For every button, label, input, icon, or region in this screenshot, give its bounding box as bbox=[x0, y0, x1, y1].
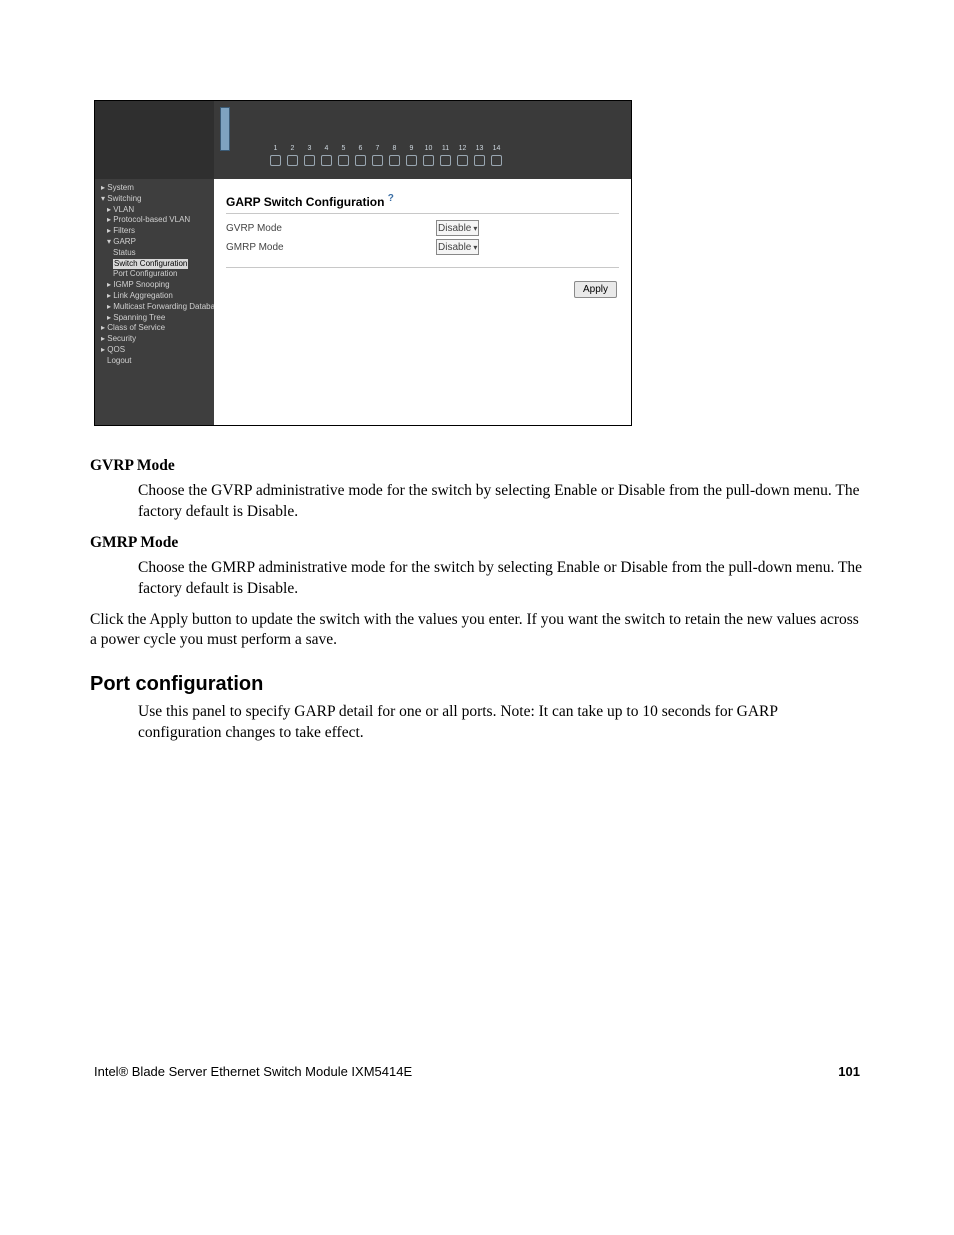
port-number: 2 bbox=[287, 145, 298, 152]
section-heading-port-config: Port configuration bbox=[90, 673, 864, 696]
footer-page-number: 101 bbox=[838, 1064, 860, 1079]
section-body-port-config: Use this panel to specify GARP detail fo… bbox=[138, 702, 864, 744]
port-number-row: 1 2 3 4 5 6 7 8 9 10 11 12 13 14 bbox=[270, 145, 502, 152]
port-indicator-icon bbox=[389, 155, 400, 166]
apply-instruction-paragraph: Click the Apply button to update the swi… bbox=[90, 610, 864, 652]
nav-item-garp[interactable]: ▾ GARP bbox=[101, 237, 212, 248]
port-indicator-icon bbox=[321, 155, 332, 166]
definition-desc-gvrp: Choose the GVRP administrative mode for … bbox=[138, 481, 864, 523]
nav-item-switch-config[interactable]: Switch Configuration bbox=[101, 259, 212, 270]
port-indicator-icon bbox=[287, 155, 298, 166]
footer-product-name: Intel® Blade Server Ethernet Switch Modu… bbox=[94, 1064, 412, 1079]
port-number: 10 bbox=[423, 145, 434, 152]
port-number: 13 bbox=[474, 145, 485, 152]
gvrp-mode-label: GVRP Mode bbox=[226, 223, 436, 234]
gvrp-mode-select[interactable]: Disable▾ bbox=[436, 220, 479, 236]
port-number: 4 bbox=[321, 145, 332, 152]
port-number: 5 bbox=[338, 145, 349, 152]
panel-title: GARP Switch Configuration ? bbox=[226, 193, 619, 209]
port-number: 11 bbox=[440, 145, 451, 152]
nav-item-protocol-vlan[interactable]: ▸ Protocol-based VLAN bbox=[101, 215, 212, 226]
nav-item-igmp[interactable]: ▸ IGMP Snooping bbox=[101, 280, 212, 291]
divider bbox=[226, 213, 619, 214]
chevron-down-icon: ▾ bbox=[473, 243, 477, 252]
nav-item-logout[interactable]: Logout bbox=[101, 356, 212, 367]
blade-module-icon bbox=[220, 107, 230, 151]
port-number: 3 bbox=[304, 145, 315, 152]
definition-desc-gmrp: Choose the GMRP administrative mode for … bbox=[138, 558, 864, 600]
garp-switch-config-screenshot: 1 2 3 4 5 6 7 8 9 10 11 12 13 14 bbox=[94, 100, 632, 426]
port-number: 9 bbox=[406, 145, 417, 152]
nav-item-port-config[interactable]: Port Configuration bbox=[101, 269, 212, 280]
port-number: 14 bbox=[491, 145, 502, 152]
definition-term-gvrp: GVRP Mode bbox=[90, 456, 864, 477]
nav-sidebar: ▸ System ▾ Switching ▸ VLAN ▸ Protocol-b… bbox=[95, 179, 214, 425]
gmrp-mode-select[interactable]: Disable▾ bbox=[436, 239, 479, 255]
nav-item-cos[interactable]: ▸ Class of Service bbox=[101, 323, 212, 334]
port-indicator-icon bbox=[423, 155, 434, 166]
port-indicator-row bbox=[270, 155, 502, 166]
port-number: 12 bbox=[457, 145, 468, 152]
port-indicator-icon bbox=[406, 155, 417, 166]
nav-item-vlan[interactable]: ▸ VLAN bbox=[101, 205, 212, 216]
nav-item-system[interactable]: ▸ System bbox=[101, 183, 212, 194]
port-number: 6 bbox=[355, 145, 366, 152]
apply-button[interactable]: Apply bbox=[574, 281, 617, 298]
port-indicator-icon bbox=[338, 155, 349, 166]
nav-item-security[interactable]: ▸ Security bbox=[101, 334, 212, 345]
definition-term-gmrp: GMRP Mode bbox=[90, 533, 864, 554]
nav-item-switching[interactable]: ▾ Switching bbox=[101, 194, 212, 205]
chevron-down-icon: ▾ bbox=[473, 224, 477, 233]
page-footer: Intel® Blade Server Ethernet Switch Modu… bbox=[90, 1064, 864, 1079]
port-indicator-icon bbox=[355, 155, 366, 166]
port-indicator-icon bbox=[491, 155, 502, 166]
help-icon[interactable]: ? bbox=[388, 193, 394, 204]
gmrp-mode-label: GMRP Mode bbox=[226, 242, 436, 253]
port-number: 1 bbox=[270, 145, 281, 152]
nav-item-spanning[interactable]: ▸ Spanning Tree bbox=[101, 313, 212, 324]
port-indicator-icon bbox=[474, 155, 485, 166]
divider bbox=[226, 267, 619, 268]
port-indicator-icon bbox=[304, 155, 315, 166]
port-indicator-icon bbox=[457, 155, 468, 166]
nav-item-link-agg[interactable]: ▸ Link Aggregation bbox=[101, 291, 212, 302]
port-number: 8 bbox=[389, 145, 400, 152]
config-main-panel: GARP Switch Configuration ? GVRP Mode Di… bbox=[214, 179, 631, 425]
port-indicator-icon bbox=[270, 155, 281, 166]
nav-item-mfd[interactable]: ▸ Multicast Forwarding Database bbox=[101, 302, 212, 313]
port-indicator-icon bbox=[440, 155, 451, 166]
nav-item-status[interactable]: Status bbox=[101, 248, 212, 259]
port-indicator-icon bbox=[372, 155, 383, 166]
port-number: 7 bbox=[372, 145, 383, 152]
nav-item-qos[interactable]: ▸ QOS bbox=[101, 345, 212, 356]
nav-item-filters[interactable]: ▸ Filters bbox=[101, 226, 212, 237]
